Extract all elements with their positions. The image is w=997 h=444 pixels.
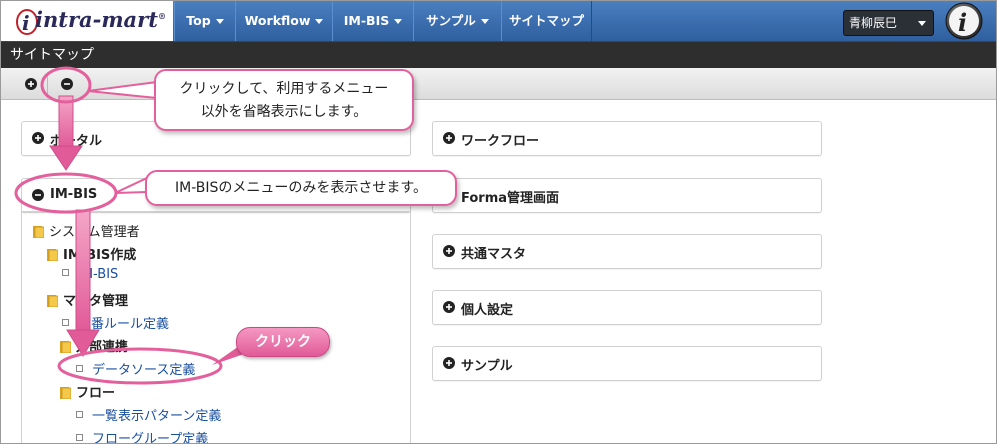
expand-icon xyxy=(32,132,44,144)
panel-personal-label: 個人設定 xyxy=(461,303,514,318)
bullet-icon xyxy=(76,411,83,418)
panel-forma-label: Forma管理画面 xyxy=(461,191,560,206)
tree-label: IM-BIS作成 xyxy=(63,248,137,263)
expand-icon xyxy=(443,132,455,144)
browser-frame: i intra-mart® Top Workflow IM-BIS サンプル サ… xyxy=(0,0,997,444)
toolbar-divider xyxy=(47,73,48,95)
tree-label: マスタ管理 xyxy=(63,294,129,309)
tree-node-system-admin[interactable]: システム管理者 xyxy=(32,221,140,240)
expand-icon xyxy=(443,357,455,369)
panel-imbis-label: IM-BIS xyxy=(50,187,98,202)
bullet-icon xyxy=(62,319,69,326)
caret-down-icon xyxy=(315,19,324,24)
svg-text:i: i xyxy=(22,11,30,35)
nav-imbis[interactable]: IM-BIS xyxy=(332,1,414,41)
panel-workflow[interactable]: ワークフロー xyxy=(432,121,822,156)
folder-icon xyxy=(60,341,71,353)
caret-down-icon xyxy=(394,19,403,24)
info-avatar-icon[interactable]: i xyxy=(942,1,986,41)
top-navbar: i intra-mart® Top Workflow IM-BIS サンプル サ… xyxy=(1,1,996,42)
collapse-icon xyxy=(32,189,44,201)
nav-sitemap[interactable]: サイトマップ xyxy=(501,1,592,41)
panel-forma[interactable]: Forma管理画面 xyxy=(432,178,822,213)
click-badge-text: クリック xyxy=(255,334,311,350)
tree-label: 一覧表示パターン定義 xyxy=(92,409,222,424)
click-badge: クリック xyxy=(236,327,330,357)
expand-all-icon[interactable] xyxy=(22,75,40,93)
panel-sample-label: サンプル xyxy=(461,359,513,374)
callout-imbis-only: IM-BISのメニューのみを表示させます。 xyxy=(145,170,457,206)
nav-sample[interactable]: サンプル xyxy=(413,1,502,41)
panel-common-master[interactable]: 共通マスタ xyxy=(432,234,822,269)
nav-top-label: Top xyxy=(186,13,211,28)
user-name: 青柳辰巳 xyxy=(849,16,898,30)
page-titlebar: サイトマップ xyxy=(1,42,996,68)
tree-label: フローグループ定義 xyxy=(92,432,209,444)
callout-collapse-line1: クリックして、利用するメニュー xyxy=(179,81,389,97)
folder-icon xyxy=(47,249,58,261)
logo-mark-icon: i xyxy=(16,9,37,35)
collapse-all-icon[interactable] xyxy=(58,75,76,93)
nav-imbis-label: IM-BIS xyxy=(343,13,390,28)
bullet-icon xyxy=(76,434,83,441)
expand-icon xyxy=(443,245,455,257)
tree-label: 外部連携 xyxy=(76,340,129,355)
nav-sample-label: サンプル xyxy=(426,13,476,28)
svg-text:i: i xyxy=(958,8,967,37)
logo[interactable]: i intra-mart® xyxy=(1,1,173,41)
callout-imbis-only-text: IM-BISのメニューのみを表示させます。 xyxy=(175,180,427,196)
tree-link-flow-group[interactable]: フローグループ定義 xyxy=(76,428,209,444)
bullet-icon xyxy=(76,365,83,372)
tree-link-datasource[interactable]: データソース定義 xyxy=(76,359,195,378)
tree-label: IM-BIS xyxy=(78,267,119,282)
imbis-tree: システム管理者 IM-BIS作成 IM-BIS マスタ管理 採番ルール定義 外部… xyxy=(21,211,411,444)
nav-top[interactable]: Top xyxy=(174,1,236,41)
panel-workflow-label: ワークフロー xyxy=(461,134,540,149)
tree-node-imbis-create[interactable]: IM-BIS作成 xyxy=(46,244,136,263)
folder-icon xyxy=(60,387,71,399)
user-menu-select[interactable]: 青柳辰巳 xyxy=(843,10,934,36)
tree-node-flow[interactable]: フロー xyxy=(59,382,115,401)
nav-workflow[interactable]: Workflow xyxy=(235,1,333,41)
callout-collapse: クリックして、利用するメニュー 以外を省略表示にします。 xyxy=(154,69,414,131)
tree-link-numbering[interactable]: 採番ルール定義 xyxy=(62,313,169,332)
bullet-icon xyxy=(62,269,69,276)
nav-sitemap-label: サイトマップ xyxy=(508,13,584,28)
tree-label: データソース定義 xyxy=(92,363,196,378)
nav-workflow-label: Workflow xyxy=(244,13,311,28)
caret-down-icon xyxy=(480,19,489,24)
logo-text: intra-mart® xyxy=(35,7,166,32)
panel-portal-label: ポータル xyxy=(50,134,103,149)
tree-link-imbis[interactable]: IM-BIS xyxy=(62,267,118,282)
tree-node-master[interactable]: マスタ管理 xyxy=(46,290,128,309)
folder-icon xyxy=(47,295,58,307)
tree-label: フロー xyxy=(76,386,116,401)
tree-node-external[interactable]: 外部連携 xyxy=(59,336,128,355)
callout-collapse-line2: 以外を省略表示にします。 xyxy=(200,104,368,120)
page-title: サイトマップ xyxy=(10,47,94,63)
panel-personal[interactable]: 個人設定 xyxy=(432,290,822,325)
expand-icon xyxy=(443,301,455,313)
tree-label: 採番ルール定義 xyxy=(78,317,170,332)
folder-icon xyxy=(33,226,44,238)
panel-sample[interactable]: サンプル xyxy=(432,346,822,381)
caret-down-icon xyxy=(215,19,224,24)
tree-label: システム管理者 xyxy=(49,225,140,240)
sitemap-toolbar xyxy=(1,68,996,100)
panel-common-master-label: 共通マスタ xyxy=(461,247,527,262)
caret-down-icon xyxy=(918,21,926,26)
tree-link-list-pattern[interactable]: 一覧表示パターン定義 xyxy=(76,405,221,424)
